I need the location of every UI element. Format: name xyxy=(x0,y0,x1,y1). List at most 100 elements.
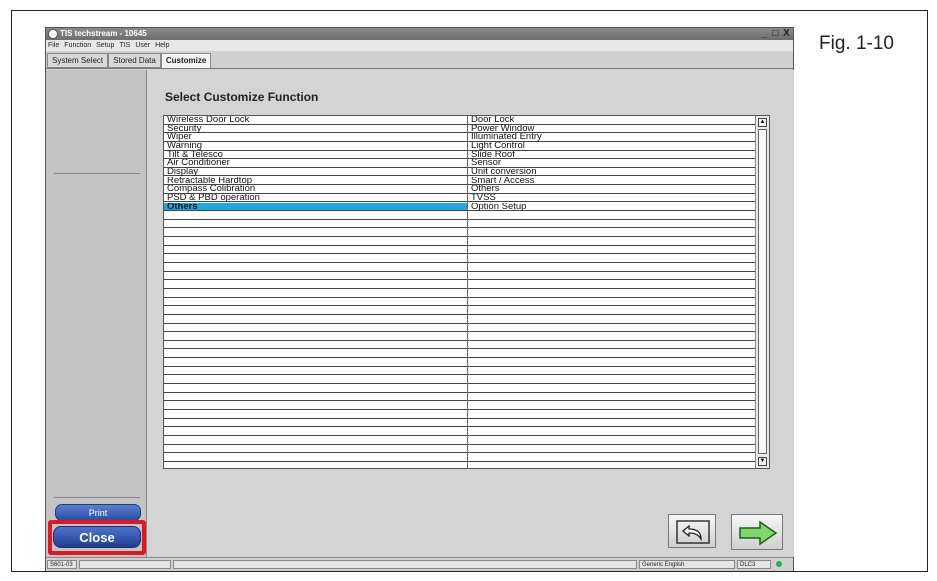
app-logo-icon xyxy=(48,29,58,39)
table-row[interactable]: Warning Light Control xyxy=(164,142,755,151)
cell-left[interactable]: Tilt & Telesco xyxy=(167,151,465,160)
status-field xyxy=(79,560,171,569)
table-row[interactable] xyxy=(164,410,755,419)
table-row[interactable] xyxy=(164,401,755,411)
undo-arrow-icon xyxy=(676,520,710,544)
row-highlight xyxy=(164,401,467,409)
tab-bar: System Select Stored Data Customize xyxy=(46,52,793,69)
table-row[interactable] xyxy=(164,332,755,341)
close-button[interactable]: Close xyxy=(53,526,141,548)
menu-help[interactable]: Help xyxy=(155,40,169,51)
table-row[interactable] xyxy=(164,419,755,428)
menu-tis[interactable]: TIS xyxy=(119,40,130,51)
scroll-up-icon[interactable]: ▲ xyxy=(758,118,767,127)
cell-left[interactable]: Air Conditioner xyxy=(167,159,465,168)
table-row[interactable] xyxy=(164,220,755,229)
table-row[interactable] xyxy=(164,280,755,289)
table-row[interactable] xyxy=(164,453,755,462)
scroll-thumb[interactable] xyxy=(758,129,767,454)
cell-left[interactable]: Others xyxy=(167,203,465,212)
table-row[interactable] xyxy=(164,263,755,272)
menu-function[interactable]: Function xyxy=(64,40,91,51)
tab-system-select[interactable]: System Select xyxy=(47,53,109,68)
table-row[interactable] xyxy=(164,228,755,238)
table-row[interactable] xyxy=(164,384,755,393)
table-row[interactable] xyxy=(164,350,755,359)
row-highlight xyxy=(164,410,467,418)
table-row[interactable] xyxy=(164,367,755,376)
scroll-down-icon[interactable]: ▼ xyxy=(758,457,767,466)
table-row[interactable] xyxy=(164,358,755,367)
table-row[interactable] xyxy=(164,436,755,445)
table-row[interactable] xyxy=(164,211,755,220)
cell-left[interactable]: Display xyxy=(167,168,465,177)
menu-bar: File Function Setup TIS User Help xyxy=(46,40,793,51)
table-row[interactable]: Compass Colibration Others xyxy=(164,185,755,194)
table-row[interactable] xyxy=(164,445,755,454)
table-row[interactable]: Air Conditioner Sensor xyxy=(164,159,755,168)
left-panel: Print Close xyxy=(46,70,147,557)
maximize-button[interactable]: □ xyxy=(771,28,780,40)
cell-right[interactable]: Door Lock xyxy=(471,116,753,125)
cell-right[interactable]: Light Control xyxy=(471,142,753,151)
table-row[interactable] xyxy=(164,246,755,255)
cell-right[interactable]: Sensor xyxy=(471,159,753,168)
row-highlight xyxy=(164,367,467,375)
minimize-button[interactable]: _ xyxy=(760,28,769,40)
cell-right[interactable]: Illuminated Entry xyxy=(471,133,753,142)
menu-setup[interactable]: Setup xyxy=(96,40,114,51)
row-highlight xyxy=(164,324,467,332)
cell-right[interactable]: Slide Roof xyxy=(471,151,753,160)
table-row[interactable] xyxy=(164,289,755,298)
next-button[interactable] xyxy=(731,514,783,550)
table-row[interactable]: Retractable Hardtop Smart / Access xyxy=(164,177,755,186)
cell-left[interactable]: Warning xyxy=(167,142,465,151)
menu-file[interactable]: File xyxy=(48,40,59,51)
table-row[interactable] xyxy=(164,341,755,350)
print-button[interactable]: Print xyxy=(55,504,141,521)
row-highlight xyxy=(164,384,467,392)
cell-left[interactable]: Compass Colibration xyxy=(167,185,465,194)
table-row[interactable] xyxy=(164,427,755,436)
table-row[interactable]: Security Power Window xyxy=(164,125,755,134)
cell-right[interactable]: Smart / Access xyxy=(471,177,753,186)
table-row[interactable] xyxy=(164,254,755,263)
table-row[interactable] xyxy=(164,315,755,324)
table-row[interactable]: Others Option Setup xyxy=(164,202,755,212)
cell-right[interactable]: Others xyxy=(471,185,753,194)
scrollbar[interactable]: ▲ ▼ xyxy=(755,116,769,468)
divider xyxy=(54,497,140,498)
menu-user[interactable]: User xyxy=(135,40,150,51)
table-row[interactable]: Display Unit conversion xyxy=(164,168,755,177)
tab-stored-data[interactable]: Stored Data xyxy=(108,53,161,68)
cell-right[interactable]: Unit conversion xyxy=(471,168,753,177)
cell-left[interactable]: Wireless Door Lock xyxy=(167,116,465,125)
status-field xyxy=(173,560,637,569)
app-window: TIS techstream - 10645 _ □ X File Functi… xyxy=(45,27,794,571)
table-row[interactable] xyxy=(164,393,755,402)
cell-right[interactable]: TVSS xyxy=(471,194,753,203)
close-window-button[interactable]: X xyxy=(782,28,791,40)
table-row[interactable]: PSD & PBD operation TVSS xyxy=(164,194,755,203)
row-highlight xyxy=(164,280,467,288)
cell-right[interactable]: Option Setup xyxy=(471,203,753,212)
table-row[interactable]: Tilt & Telesco Slide Roof xyxy=(164,151,755,160)
cell-left[interactable]: Wiper xyxy=(167,133,465,142)
table-row[interactable] xyxy=(164,272,755,281)
table-row[interactable] xyxy=(164,306,755,315)
table-row[interactable] xyxy=(164,376,755,385)
table-row[interactable]: Wireless Door Lock Door Lock xyxy=(164,116,755,125)
back-button[interactable] xyxy=(668,514,716,548)
customize-function-table: Wireless Door Lock Door Lock Security Power… xyxy=(163,115,770,469)
cell-left[interactable]: Retractable Hardtop xyxy=(167,177,465,186)
status-bar: S601-03 Generic English DLC3 xyxy=(46,557,793,571)
table-row[interactable] xyxy=(164,324,755,333)
cell-left[interactable]: Security xyxy=(167,125,465,134)
table-row[interactable]: Wiper Illuminated Entry xyxy=(164,133,755,142)
cell-left[interactable]: PSD & PBD operation xyxy=(167,194,465,203)
cell-right[interactable]: Power Window xyxy=(471,125,753,134)
table-row[interactable] xyxy=(164,237,755,246)
tab-customize[interactable]: Customize xyxy=(160,53,212,68)
table-row[interactable] xyxy=(164,298,755,307)
row-highlight xyxy=(164,306,467,314)
